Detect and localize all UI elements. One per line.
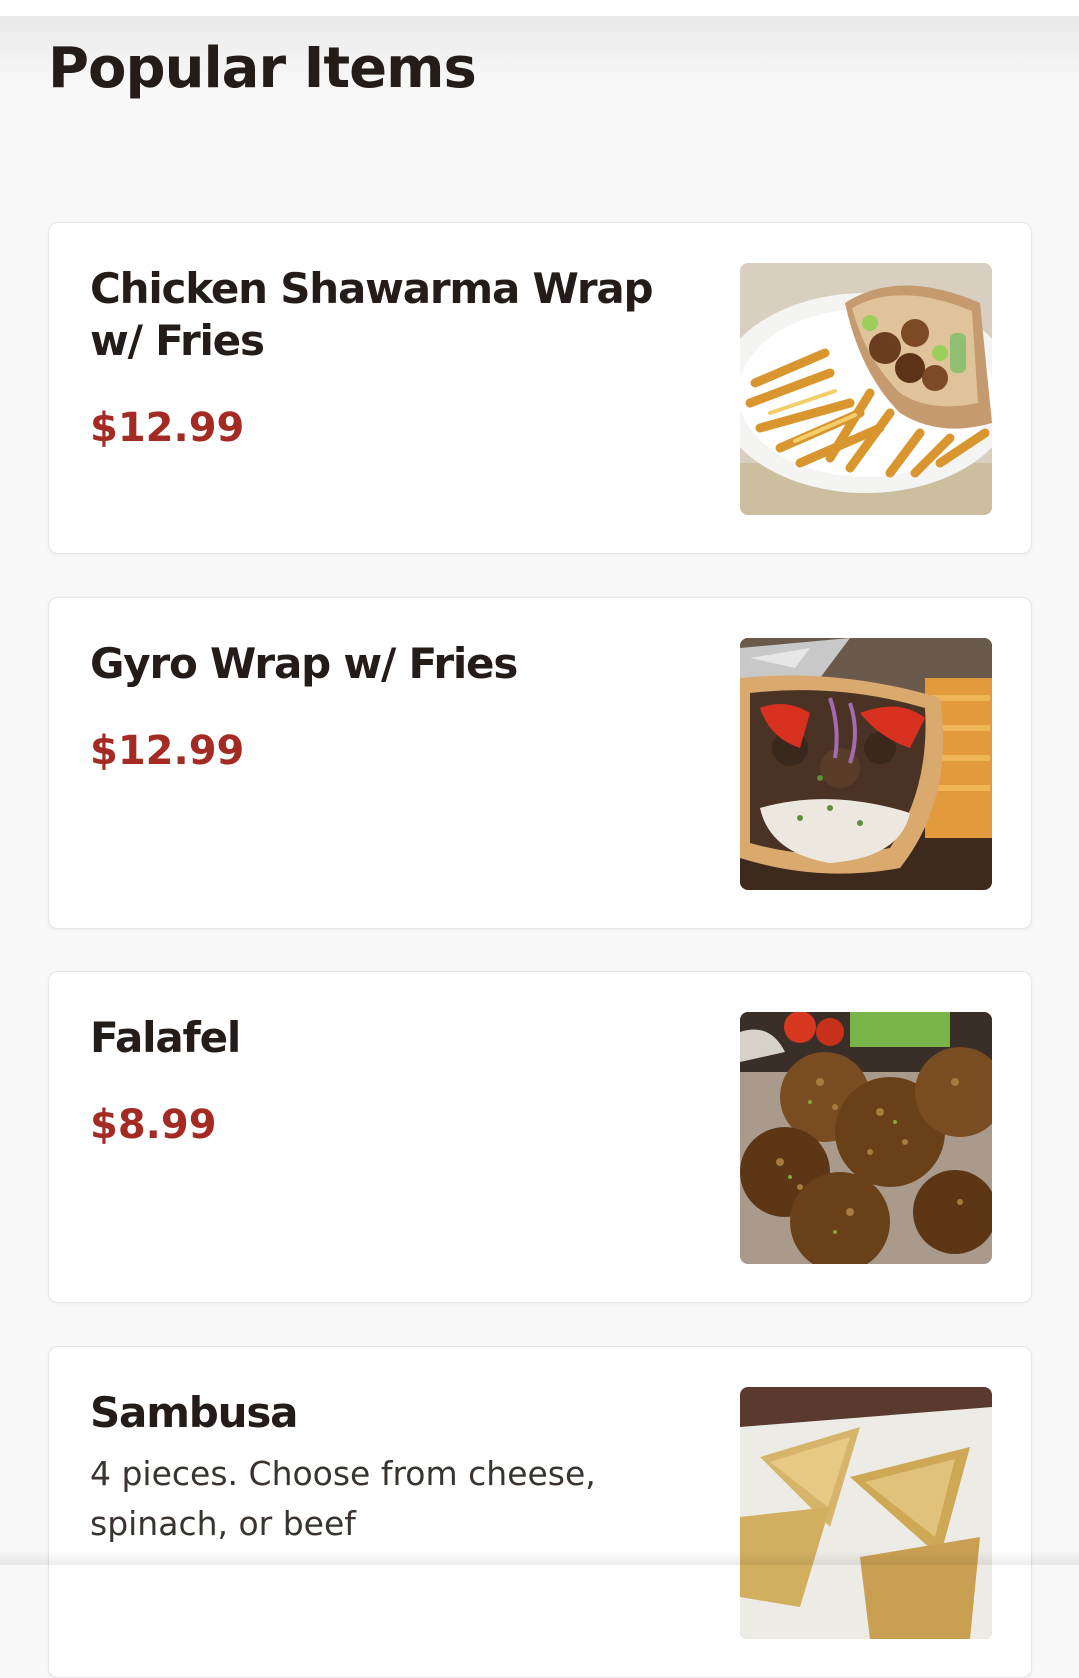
section-title: Popular Items bbox=[48, 36, 477, 101]
chicken-shawarma-photo bbox=[740, 263, 992, 515]
bottom-shadow bbox=[0, 1551, 1079, 1565]
menu-item-card[interactable]: Chicken Shawarma Wrap w/ Fries $12.99 bbox=[48, 222, 1032, 554]
menu-item-card[interactable]: Sambusa 4 pieces. Choose from cheese, sp… bbox=[48, 1346, 1032, 1678]
menu-item-name: Gyro Wrap w/ Fries bbox=[90, 639, 518, 688]
top-bar bbox=[0, 0, 1079, 16]
menu-item-info: Chicken Shawarma Wrap w/ Fries $12.99 bbox=[90, 263, 690, 451]
menu-item-description: 4 pieces. Choose from cheese, spinach, o… bbox=[90, 1454, 596, 1543]
menu-item-card[interactable]: Gyro Wrap w/ Fries $12.99 bbox=[48, 597, 1032, 929]
menu-item-info: Sambusa 4 pieces. Choose from cheese, sp… bbox=[90, 1387, 690, 1549]
sambusa-photo bbox=[740, 1387, 992, 1639]
menu-item-name: Sambusa bbox=[90, 1388, 298, 1437]
menu-item-name: Chicken Shawarma Wrap w/ Fries bbox=[90, 264, 654, 365]
menu-item-info: Falafel $8.99 bbox=[90, 1012, 690, 1148]
menu-item-card[interactable]: Falafel $8.99 bbox=[48, 971, 1032, 1303]
menu-item-price: $12.99 bbox=[90, 405, 245, 451]
menu-item-price: $8.99 bbox=[90, 1102, 217, 1148]
menu-item-info: Gyro Wrap w/ Fries $12.99 bbox=[90, 638, 690, 774]
falafel-photo bbox=[740, 1012, 992, 1264]
menu-item-price: $12.99 bbox=[90, 728, 245, 774]
menu-item-name: Falafel bbox=[90, 1013, 241, 1062]
gyro-wrap-photo bbox=[740, 638, 992, 890]
